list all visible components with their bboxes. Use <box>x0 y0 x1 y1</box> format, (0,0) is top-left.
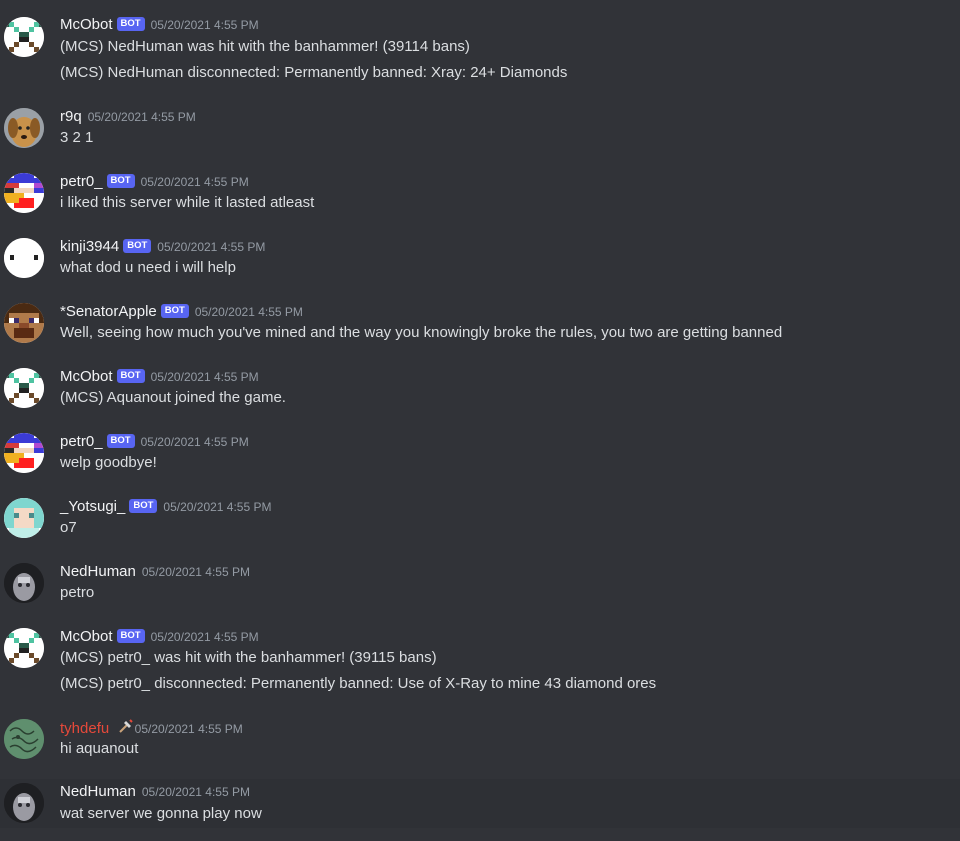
message-text: i liked this server while it lasted atle… <box>60 194 315 211</box>
timestamp[interactable]: 05/20/2021 4:55 PM <box>151 18 259 32</box>
avatar[interactable] <box>4 783 44 823</box>
timestamp[interactable]: 05/20/2021 4:55 PM <box>195 305 303 319</box>
username[interactable]: _Yotsugi_ <box>60 498 125 515</box>
message: McObot BOT 05/20/2021 4:55 PM (MCS) NedHum… <box>0 14 960 88</box>
message: *SenatorApple BOT 05/20/2021 4:55 PM Well,… <box>0 301 960 351</box>
timestamp[interactable]: 05/20/2021 4:55 PM <box>142 565 250 579</box>
role-icon <box>118 718 134 740</box>
message-text: (MCS) NedHuman was hit with the banhamme… <box>60 38 470 55</box>
avatar[interactable] <box>4 628 44 668</box>
message-header: McObot BOT 05/20/2021 4:55 PM <box>60 627 259 647</box>
username[interactable]: NedHuman <box>60 563 136 580</box>
avatar[interactable] <box>4 108 44 148</box>
bot-badge: BOT <box>116 369 145 383</box>
message-text: petro <box>60 584 95 601</box>
message-header: petr0_ BOT 05/20/2021 4:55 PM <box>60 432 249 452</box>
message-header: petr0_ BOT 05/20/2021 4:55 PM <box>60 172 249 192</box>
username[interactable]: petr0_ <box>60 433 103 450</box>
username[interactable]: *SenatorApple <box>60 303 157 320</box>
message-text: Well, seeing how much you've mined and t… <box>60 324 783 341</box>
avatar[interactable] <box>4 238 44 278</box>
username[interactable]: tyhdefu <box>60 720 109 737</box>
timestamp[interactable]: 05/20/2021 4:55 PM <box>88 110 196 124</box>
message: petr0_ BOT 05/20/2021 4:55 PM i liked this… <box>0 171 960 221</box>
username[interactable]: McObot <box>60 628 113 645</box>
avatar[interactable] <box>4 368 44 408</box>
message: McObot BOT 05/20/2021 4:55 PM (MCS) Aquano… <box>0 366 960 416</box>
username[interactable]: McObot <box>60 16 113 33</box>
message-header: _Yotsugi_ BOT 05/20/2021 4:55 PM <box>60 497 272 517</box>
timestamp[interactable]: 05/20/2021 4:55 PM <box>135 722 243 736</box>
timestamp[interactable]: 05/20/2021 4:55 PM <box>142 785 250 799</box>
timestamp[interactable]: 05/20/2021 4:55 PM <box>151 630 259 644</box>
bot-badge: BOT <box>116 629 145 643</box>
message: petr0_ BOT 05/20/2021 4:55 PM welp goodbye… <box>0 431 960 481</box>
username[interactable]: McObot <box>60 368 113 385</box>
chat-log: McObot BOT 05/20/2021 4:55 PM (MCS) NedHum… <box>0 0 960 841</box>
message-header: McObot BOT 05/20/2021 4:55 PM <box>60 367 259 387</box>
message-text: (MCS) petr0_ disconnected: Permanently b… <box>60 675 657 692</box>
avatar[interactable] <box>4 433 44 473</box>
message: kinji3944 BOT 05/20/2021 4:55 PM what dod … <box>0 236 960 286</box>
message-text: o7 <box>60 519 77 536</box>
message: tyhdefu 05/20/2021 4:55 PM hi aquanout <box>0 717 960 767</box>
message-header: NedHuman 05/20/2021 4:55 PM <box>60 782 250 802</box>
avatar[interactable] <box>4 303 44 343</box>
bot-badge: BOT <box>106 434 135 448</box>
message-header: r9q 05/20/2021 4:55 PM <box>60 107 196 127</box>
avatar[interactable] <box>4 498 44 538</box>
message-text: 3 2 1 <box>60 129 94 146</box>
timestamp[interactable]: 05/20/2021 4:55 PM <box>141 435 249 449</box>
message: McObot BOT 05/20/2021 4:55 PM (MCS) petr0_… <box>0 626 960 700</box>
message: _Yotsugi_ BOT 05/20/2021 4:55 PM o7 <box>0 496 960 546</box>
message-text: (MCS) NedHuman disconnected: Permanently… <box>60 64 568 81</box>
message: r9q 05/20/2021 4:55 PM 3 2 1 <box>0 106 960 156</box>
message-text: what dod u need i will help <box>60 259 236 276</box>
message-text: wat server we gonna play now <box>60 805 262 822</box>
username[interactable]: kinji3944 <box>60 238 119 255</box>
bot-badge: BOT <box>160 304 189 318</box>
bot-badge: BOT <box>129 499 158 513</box>
username[interactable]: r9q <box>60 108 82 125</box>
username[interactable]: petr0_ <box>60 173 103 190</box>
message-text: (MCS) Aquanout joined the game. <box>60 389 286 406</box>
message-header: NedHuman 05/20/2021 4:55 PM <box>60 562 250 582</box>
message-text: hi aquanout <box>60 740 139 757</box>
message-header: tyhdefu 05/20/2021 4:55 PM <box>60 718 243 738</box>
message-header: kinji3944 BOT 05/20/2021 4:55 PM <box>60 237 265 257</box>
message-text: (MCS) petr0_ was hit with the banhammer!… <box>60 649 437 666</box>
timestamp[interactable]: 05/20/2021 4:55 PM <box>157 240 265 254</box>
bot-badge: BOT <box>106 174 135 188</box>
bot-badge: BOT <box>116 17 145 31</box>
timestamp[interactable]: 05/20/2021 4:55 PM <box>163 500 271 514</box>
avatar[interactable] <box>4 719 44 759</box>
message: NedHuman 05/20/2021 4:55 PM wat server we… <box>0 779 960 828</box>
avatar[interactable] <box>4 17 44 57</box>
message-header: *SenatorApple BOT 05/20/2021 4:55 PM <box>60 302 303 322</box>
avatar[interactable] <box>4 563 44 603</box>
message-text: welp goodbye! <box>60 454 157 471</box>
username[interactable]: NedHuman <box>60 783 136 800</box>
message-header: McObot BOT 05/20/2021 4:55 PM <box>60 15 259 35</box>
timestamp[interactable]: 05/20/2021 4:55 PM <box>141 175 249 189</box>
timestamp[interactable]: 05/20/2021 4:55 PM <box>151 370 259 384</box>
avatar[interactable] <box>4 173 44 213</box>
message: NedHuman 05/20/2021 4:55 PM petro <box>0 561 960 611</box>
bot-badge: BOT <box>123 239 152 253</box>
